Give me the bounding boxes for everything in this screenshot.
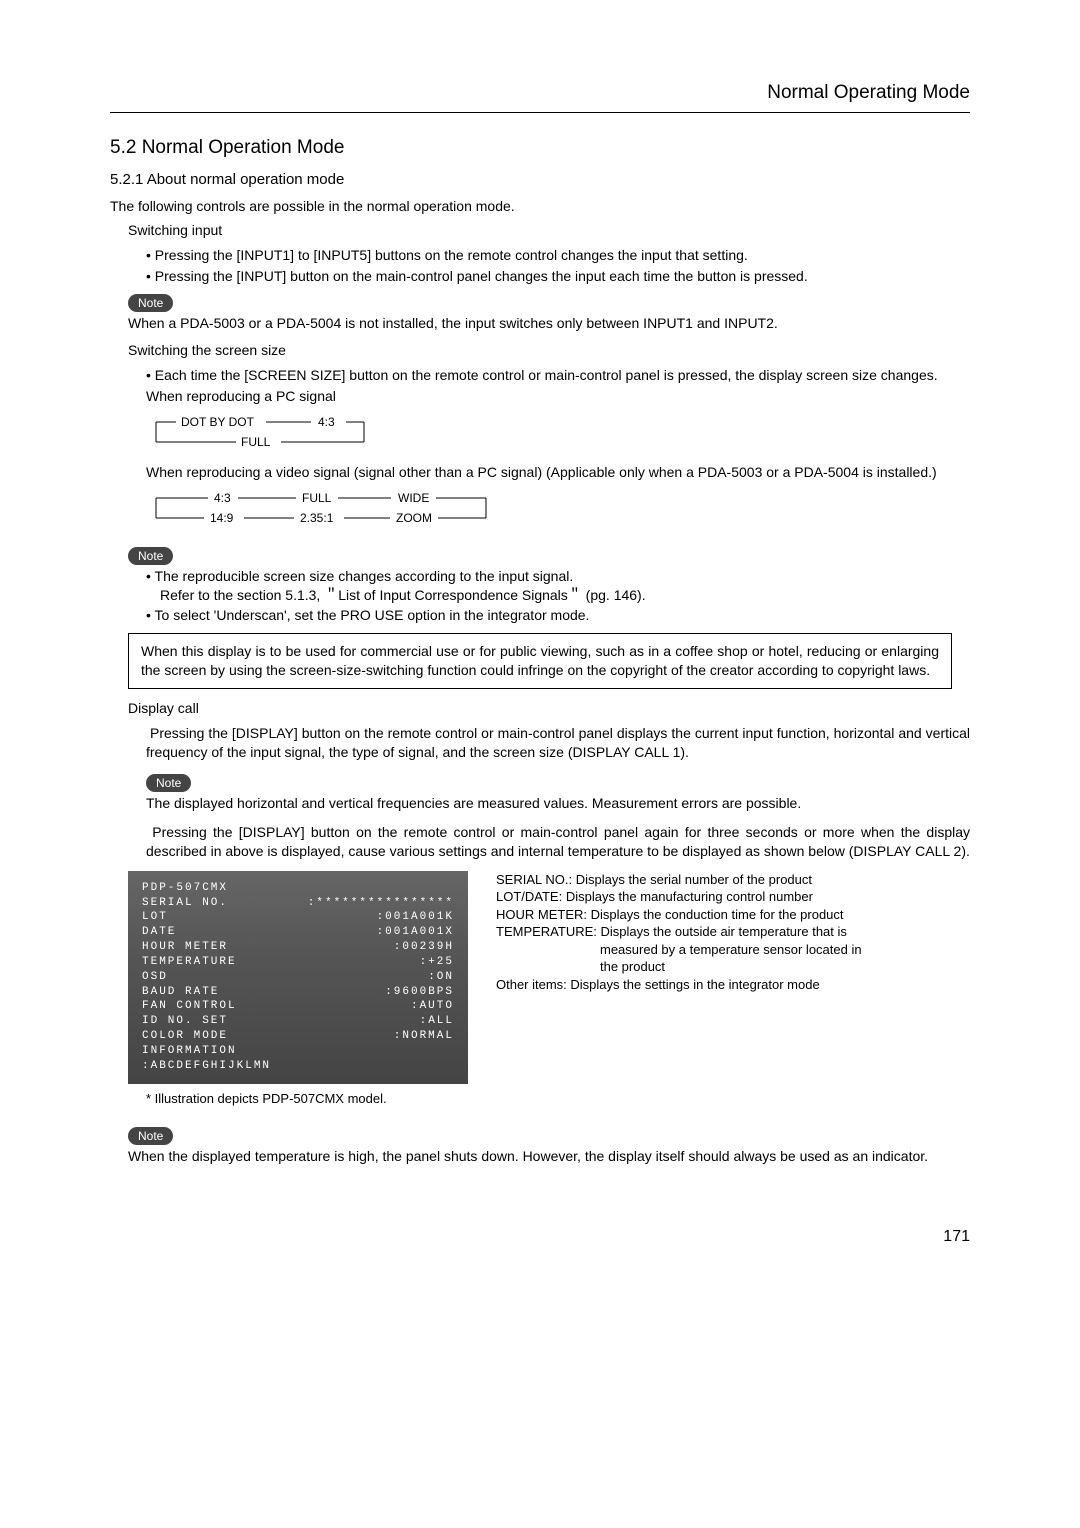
illustration-footnote: * Illustration depicts PDP-507CMX model. — [146, 1090, 970, 1108]
osd-descriptions: SERIAL NO.: Displays the serial number o… — [496, 871, 952, 994]
osd-row-key: DATE — [142, 925, 176, 940]
osd-desc-line: the product — [496, 958, 952, 976]
osd-info-value: :ABCDEFGHIJKLMN — [142, 1059, 271, 1074]
intro-paragraph: The following controls are possible in t… — [110, 197, 970, 216]
osd-row-value: :AUTO — [411, 999, 454, 1014]
display-call-p1-text: Pressing the [DISPLAY] button on the rem… — [146, 725, 970, 760]
osd-row-value: :ALL — [420, 1014, 454, 1029]
diagram-label: FULL — [241, 435, 271, 449]
note2-b1-text: The reproducible screen size changes acc… — [155, 568, 574, 584]
osd-row-key: LOT — [142, 910, 168, 925]
osd-row-value: :**************** — [308, 896, 454, 911]
diagram-label: ZOOM — [396, 511, 432, 525]
diagram-label: 4:3 — [214, 491, 231, 505]
switching-input-list: Pressing the [INPUT1] to [INPUT5] button… — [128, 246, 970, 286]
osd-row: OSD :ON — [142, 970, 454, 985]
osd-row: COLOR MODE :NORMAL — [142, 1029, 454, 1044]
osd-row: HOUR METER :00239H — [142, 940, 454, 955]
video-signal-caption: When reproducing a video signal (signal … — [146, 463, 970, 482]
display-call-title: Display call — [128, 699, 970, 718]
note2-list: The reproducible screen size changes acc… — [128, 567, 970, 626]
osd-row-value: :9600BPS — [385, 985, 454, 1000]
video-signal-diagram: 4:3 FULL WIDE 14:9 2.35:1 ZOOM — [146, 488, 970, 535]
osd-model: PDP-507CMX — [142, 881, 228, 896]
osd-row: ID NO. SET :ALL — [142, 1014, 454, 1029]
osd-panel: PDP-507CMX SERIAL NO.:****************LO… — [128, 871, 468, 1084]
osd-desc-line: LOT/DATE: Displays the manufacturing con… — [496, 888, 952, 906]
osd-row: BAUD RATE :9600BPS — [142, 985, 454, 1000]
osd-info-key: INFORMATION — [142, 1044, 237, 1059]
osd-desc-line: measured by a temperature sensor located… — [496, 941, 952, 959]
osd-row-value: :00239H — [394, 940, 454, 955]
display-call-p1: Pressing the [DISPLAY] button on the rem… — [146, 724, 970, 762]
diagram-label: 2.35:1 — [300, 511, 334, 525]
osd-desc-line: SERIAL NO.: Displays the serial number o… — [496, 871, 952, 889]
osd-row-key: SERIAL NO. — [142, 896, 228, 911]
display-call-note: The displayed horizontal and vertical fr… — [146, 794, 970, 813]
osd-row-key: HOUR METER — [142, 940, 228, 955]
display-call-p2-text: Pressing the [DISPLAY] button on the rem… — [146, 824, 970, 859]
osd-row-key: ID NO. SET — [142, 1014, 228, 1029]
note-pill: Note — [146, 774, 191, 792]
note-text-4: When the displayed temperature is high, … — [128, 1147, 970, 1166]
note-pill: Note — [128, 547, 173, 565]
pc-signal-caption: When reproducing a PC signal — [146, 387, 970, 406]
section-heading-5-2: 5.2 Normal Operation Mode — [110, 135, 970, 161]
diagram-label: 14:9 — [210, 511, 234, 525]
list-item: The reproducible screen size changes acc… — [146, 567, 970, 605]
osd-row: DATE :001A001X — [142, 925, 454, 940]
list-item: Pressing the [INPUT1] to [INPUT5] button… — [146, 246, 970, 265]
osd-row-key: OSD — [142, 970, 168, 985]
osd-desc-line: HOUR METER: Displays the conduction time… — [496, 906, 952, 924]
osd-row-key: COLOR MODE — [142, 1029, 228, 1044]
page-number: 171 — [110, 1226, 970, 1248]
osd-row-key: BAUD RATE — [142, 985, 219, 1000]
pc-signal-diagram: DOT BY DOT 4:3 FULL — [146, 412, 970, 457]
diagram-label: WIDE — [398, 491, 429, 505]
list-item: Each time the [SCREEN SIZE] button on th… — [146, 366, 970, 385]
note2-b1-ref: Refer to the section 5.1.3, ＂List of Inp… — [160, 587, 646, 603]
page-header-title: Normal Operating Mode — [110, 80, 970, 113]
osd-row-value: :001A001K — [377, 910, 454, 925]
section-heading-5-2-1: 5.2.1 About normal operation mode — [110, 170, 970, 190]
note-pill: Note — [128, 294, 173, 312]
osd-row: FAN CONTROL :AUTO — [142, 999, 454, 1014]
list-item: To select 'Underscan', set the PRO USE o… — [146, 606, 970, 625]
diagram-label: 4:3 — [318, 415, 335, 429]
osd-row: LOT :001A001K — [142, 910, 454, 925]
osd-row: SERIAL NO. :**************** — [142, 896, 454, 911]
note-text-1: When a PDA-5003 or a PDA-5004 is not ins… — [128, 314, 970, 333]
copyright-warning-box: When this display is to be used for comm… — [128, 633, 952, 689]
osd-desc-line: Other items: Displays the settings in th… — [496, 976, 952, 994]
osd-row-value: :NORMAL — [394, 1029, 454, 1044]
diagram-label: FULL — [302, 491, 332, 505]
osd-row-value: :+25 — [420, 955, 454, 970]
osd-row-key: FAN CONTROL — [142, 999, 237, 1014]
switching-size-list: Each time the [SCREEN SIZE] button on th… — [128, 366, 970, 385]
list-item: Pressing the [INPUT] button on the main-… — [146, 267, 970, 286]
display-call-p2: Pressing the [DISPLAY] button on the rem… — [146, 823, 970, 861]
osd-row: TEMPERATURE :+25 — [142, 955, 454, 970]
note-pill: Note — [128, 1127, 173, 1145]
osd-row-value: :ON — [428, 970, 454, 985]
diagram-label: DOT BY DOT — [181, 415, 255, 429]
switching-input-title: Switching input — [128, 221, 970, 240]
osd-row-key: TEMPERATURE — [142, 955, 237, 970]
switching-size-title: Switching the screen size — [128, 341, 970, 360]
osd-desc-line: TEMPERATURE: Displays the outside air te… — [496, 923, 952, 941]
osd-row-value: :001A001X — [377, 925, 454, 940]
